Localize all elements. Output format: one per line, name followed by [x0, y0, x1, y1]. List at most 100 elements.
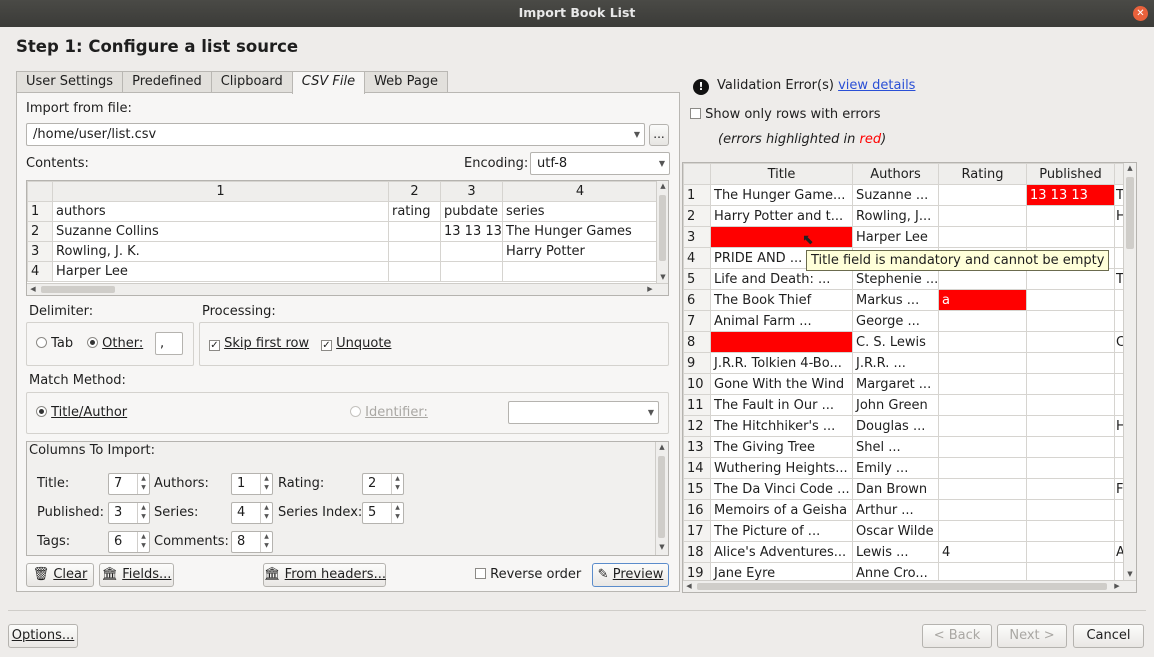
- series-index-column-spinner[interactable]: 5 ▲ ▼: [362, 502, 404, 524]
- table-row[interactable]: 13 The Giving Tree Shel ...: [683, 436, 1124, 458]
- table-cell[interactable]: pubdate: [440, 201, 503, 222]
- published-cell[interactable]: [1026, 331, 1115, 353]
- published-cell[interactable]: [1026, 226, 1115, 248]
- table-row[interactable]: 1 The Hunger Game... Suzanne ... 13 13 13 T: [683, 184, 1124, 206]
- title-cell[interactable]: Life and Death: ...: [710, 268, 853, 290]
- title-author-option[interactable]: Title/Author: [36, 405, 127, 420]
- next-button[interactable]: Next >: [997, 624, 1067, 648]
- rating-cell[interactable]: [938, 520, 1027, 542]
- authors-cell[interactable]: Markus ...: [852, 289, 939, 311]
- authors-cell[interactable]: John Green: [852, 394, 939, 416]
- table-row[interactable]: 7 Animal Farm ... George ...: [683, 310, 1124, 332]
- title-cell[interactable]: Memoirs of a Geisha: [710, 499, 853, 521]
- table-cell[interactable]: rating: [388, 201, 441, 222]
- title-cell[interactable]: Harry Potter and t...: [710, 205, 853, 227]
- table-row[interactable]: 18Alice's Adventures...Lewis ...4A: [683, 541, 1124, 563]
- authors-cell[interactable]: Rowling, J...: [852, 205, 939, 227]
- scroll-left-icon[interactable]: ◀: [27, 285, 39, 293]
- rating-cell[interactable]: [938, 436, 1027, 458]
- browse-button[interactable]: ...: [649, 124, 669, 146]
- table-cell[interactable]: [388, 221, 441, 242]
- scroll-thumb[interactable]: [697, 583, 1107, 590]
- rating-cell[interactable]: [938, 478, 1027, 500]
- skip-first-row-option[interactable]: ✓ Skip first row: [209, 336, 309, 351]
- table-row[interactable]: 3 Harper Lee: [683, 226, 1124, 248]
- scroll-right-icon[interactable]: ▶: [1111, 582, 1123, 590]
- authors-cell[interactable]: C. S. Lewis: [852, 331, 939, 353]
- table-cell[interactable]: [440, 241, 503, 262]
- title-cell[interactable]: The Picture of ...: [710, 520, 853, 542]
- published-cell[interactable]: [1026, 310, 1115, 332]
- scroll-left-icon[interactable]: ◀: [683, 582, 695, 590]
- rating-cell[interactable]: [938, 205, 1027, 227]
- spinner-arrows-icon[interactable]: ▲ ▼: [260, 532, 272, 552]
- rating-cell[interactable]: [938, 184, 1027, 206]
- preview-header-published[interactable]: Published: [1026, 163, 1115, 185]
- authors-cell[interactable]: Oscar Wilde: [852, 520, 939, 542]
- delimiter-tab-option[interactable]: Tab: [36, 336, 73, 351]
- spinner-arrows-icon[interactable]: ▲ ▼: [260, 503, 272, 523]
- rating-column-spinner[interactable]: 2 ▲ ▼: [362, 473, 404, 495]
- rating-cell[interactable]: [938, 394, 1027, 416]
- scroll-thumb[interactable]: [41, 286, 115, 293]
- contents-hscrollbar[interactable]: ◀ ▶: [27, 283, 668, 295]
- title-cell[interactable]: Gone With the Wind: [710, 373, 853, 395]
- published-cell[interactable]: [1026, 520, 1115, 542]
- close-icon[interactable]: ✕: [1133, 6, 1148, 21]
- table-row[interactable]: 2Harry Potter and t...Rowling, J...H: [683, 205, 1124, 227]
- rating-cell[interactable]: [938, 457, 1027, 479]
- published-cell[interactable]: [1026, 436, 1115, 458]
- checkbox-checked-icon[interactable]: ✓: [321, 340, 332, 351]
- table-cell[interactable]: [388, 241, 441, 262]
- rating-cell[interactable]: [938, 373, 1027, 395]
- reverse-order-option[interactable]: Reverse order: [475, 567, 581, 582]
- identifier-option[interactable]: Identifier:: [350, 405, 428, 420]
- title-cell[interactable]: The Giving Tree: [710, 436, 853, 458]
- tab-user-settings[interactable]: User Settings: [16, 71, 124, 93]
- table-cell[interactable]: series: [502, 201, 658, 222]
- tab-clipboard[interactable]: Clipboard: [210, 71, 293, 93]
- authors-cell[interactable]: Suzanne ...: [852, 184, 939, 206]
- table-row[interactable]: 11 The Fault in Our ... John Green: [683, 394, 1124, 416]
- spinner-arrows-icon[interactable]: ▲ ▼: [137, 474, 149, 494]
- table-cell[interactable]: The Hunger Games: [502, 221, 658, 242]
- radio-icon[interactable]: [36, 406, 47, 417]
- scroll-up-icon[interactable]: ▲: [1124, 164, 1136, 172]
- rating-cell[interactable]: [938, 226, 1027, 248]
- table-row[interactable]: 1 authors rating pubdate series: [27, 201, 658, 222]
- table-cell[interactable]: [388, 261, 441, 282]
- published-cell[interactable]: [1026, 541, 1115, 563]
- authors-cell[interactable]: Lewis ...: [852, 541, 939, 563]
- rating-cell[interactable]: a: [938, 289, 1027, 311]
- view-details-link[interactable]: view details: [838, 78, 915, 93]
- rating-cell[interactable]: [938, 499, 1027, 521]
- spinner-arrows-icon[interactable]: ▲ ▼: [391, 503, 403, 523]
- table-row[interactable]: 17 The Picture of ... Oscar Wilde: [683, 520, 1124, 542]
- tags-column-spinner[interactable]: 6 ▲ ▼: [108, 531, 150, 553]
- show-only-errors-option[interactable]: Show only rows with errors: [690, 107, 881, 122]
- delimiter-other-option[interactable]: Other:: [87, 336, 143, 351]
- title-cell[interactable]: The Hunger Game...: [710, 184, 853, 206]
- table-row[interactable]: 3 Rowling, J. K. Harry Potter: [27, 241, 658, 262]
- authors-cell[interactable]: George ...: [852, 310, 939, 332]
- contents-header[interactable]: 2: [388, 181, 441, 202]
- authors-cell[interactable]: Dan Brown: [852, 478, 939, 500]
- title-cell[interactable]: [710, 226, 853, 248]
- identifier-select[interactable]: ▼: [508, 401, 659, 424]
- title-cell[interactable]: Animal Farm ...: [710, 310, 853, 332]
- table-cell[interactable]: authors: [52, 201, 389, 222]
- preview-header-rating[interactable]: Rating: [938, 163, 1027, 185]
- published-cell[interactable]: [1026, 373, 1115, 395]
- from-headers-button[interactable]: 🏛 From headers...: [263, 563, 386, 587]
- table-row[interactable]: 12The Hitchhiker's ...Douglas ...H: [683, 415, 1124, 437]
- authors-cell[interactable]: Emily ...: [852, 457, 939, 479]
- rating-cell[interactable]: [938, 268, 1027, 290]
- scroll-thumb[interactable]: [658, 456, 665, 538]
- table-row[interactable]: 16 Memoirs of a Geisha Arthur ...: [683, 499, 1124, 521]
- published-cell[interactable]: [1026, 415, 1115, 437]
- unquote-option[interactable]: ✓ Unquote: [321, 336, 391, 351]
- authors-cell[interactable]: Arthur ...: [852, 499, 939, 521]
- preview-vscrollbar[interactable]: ▲ ▼: [1123, 163, 1136, 582]
- table-cell[interactable]: Harper Lee: [52, 261, 389, 282]
- preview-header-authors[interactable]: Authors: [852, 163, 939, 185]
